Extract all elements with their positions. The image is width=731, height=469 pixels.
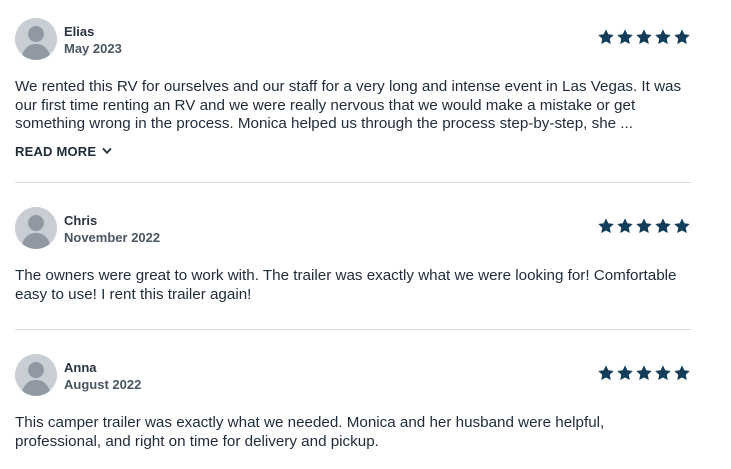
- review-item: Anna August 2022 This camper trailer was…: [15, 354, 691, 451]
- review-item: Chris November 2022 The owners were grea…: [15, 207, 691, 304]
- read-more-label: READ MORE: [15, 143, 97, 159]
- star-icon: [598, 218, 614, 234]
- review-header: Elias May 2023: [15, 18, 691, 62]
- star-icon: [617, 29, 633, 45]
- reviewer-name: Elias: [64, 24, 95, 39]
- star-icon: [655, 365, 671, 381]
- star-icon: [636, 365, 652, 381]
- reviewer-name: Anna: [64, 360, 97, 375]
- rating-stars: [597, 217, 691, 235]
- star-icon: [674, 218, 690, 234]
- star-icon: [617, 365, 633, 381]
- review-header: Anna August 2022: [15, 354, 691, 398]
- divider: [15, 329, 691, 330]
- star-icon: [617, 218, 633, 234]
- review-header: Chris November 2022: [15, 207, 691, 251]
- user-silhouette-icon: [15, 207, 57, 249]
- user-silhouette-icon: [15, 18, 57, 60]
- avatar: [15, 207, 57, 249]
- rating-stars: [597, 364, 691, 382]
- star-icon: [655, 29, 671, 45]
- avatar: [15, 18, 57, 60]
- read-more-button[interactable]: READ MORE: [15, 144, 112, 159]
- review-date: November 2022: [64, 230, 161, 245]
- star-icon: [636, 29, 652, 45]
- star-icon: [636, 218, 652, 234]
- review-date: May 2023: [64, 41, 122, 56]
- user-silhouette-icon: [15, 354, 57, 396]
- divider: [15, 182, 691, 183]
- reviewer-name: Chris: [64, 213, 98, 228]
- star-icon: [598, 29, 614, 45]
- review-text: This camper trailer was exactly what we …: [15, 414, 605, 450]
- rating-stars: [597, 28, 691, 46]
- review-text: The owners were great to work with. The …: [15, 267, 677, 303]
- star-icon: [598, 365, 614, 381]
- review-date: August 2022: [64, 377, 142, 392]
- avatar: [15, 354, 57, 396]
- review-item: Elias May 2023 We rented this RV for our…: [15, 18, 691, 161]
- star-icon: [655, 218, 671, 234]
- chevron-down-icon: [102, 148, 112, 154]
- reviews-list: Elias May 2023 We rented this RV for our…: [0, 0, 731, 469]
- star-icon: [674, 29, 690, 45]
- review-text: We rented this RV for ourselves and our …: [15, 78, 682, 132]
- star-icon: [674, 365, 690, 381]
